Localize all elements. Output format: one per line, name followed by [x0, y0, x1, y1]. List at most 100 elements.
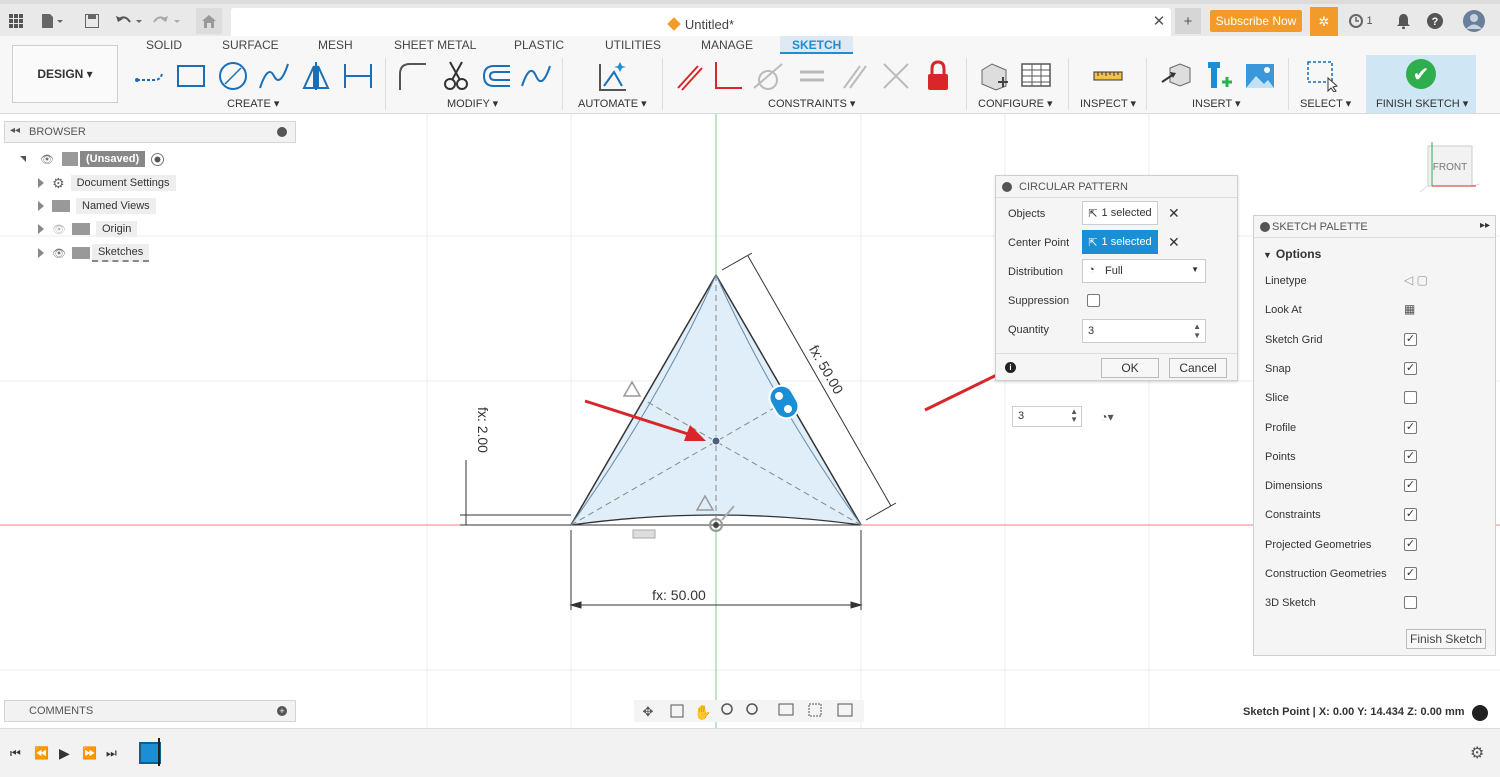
- save-icon[interactable]: [82, 10, 102, 32]
- clear-objects-icon[interactable]: ✕: [1168, 205, 1180, 222]
- quantity-stepper-icon[interactable]: ▲ ▼: [1193, 322, 1201, 340]
- tree-root-unsaved[interactable]: 👁 (Unsaved): [20, 149, 165, 169]
- automate-dimension-icon[interactable]: [596, 60, 628, 92]
- redo-icon[interactable]: [152, 10, 182, 32]
- bottom-dimension-label[interactable]: fx: 50.00: [652, 587, 706, 603]
- objects-selection[interactable]: ⇱ 1 selected: [1082, 201, 1158, 225]
- expand-icon[interactable]: [38, 178, 44, 188]
- quantity-input[interactable]: 3 ▲ ▼: [1082, 319, 1206, 343]
- insert-derive-icon[interactable]: [1160, 60, 1192, 92]
- tab-utilities[interactable]: UTILITIES: [605, 38, 661, 52]
- finish-sketch-group-label[interactable]: FINISH SKETCH ▾: [1376, 97, 1468, 110]
- collinear-constraint-icon[interactable]: [880, 60, 912, 92]
- tab-sheet-metal[interactable]: SHEET METAL: [394, 38, 476, 52]
- fix-constraint-lock-icon[interactable]: [922, 60, 954, 92]
- new-tab-icon[interactable]: +: [1175, 8, 1201, 34]
- expand-icon[interactable]: [38, 201, 44, 211]
- tree-item-origin[interactable]: 👁 Origin: [38, 219, 138, 239]
- constraint-glyph-icon[interactable]: [622, 380, 642, 397]
- palette-finish-sketch-button[interactable]: Finish Sketch: [1406, 629, 1486, 649]
- parallel-constraint-icon[interactable]: [838, 60, 870, 92]
- change-parameters-icon[interactable]: [978, 60, 1010, 92]
- tangent-constraint-icon[interactable]: [752, 60, 784, 92]
- browser-panel-header[interactable]: ◂◂ BROWSER: [4, 121, 296, 143]
- expand-icon[interactable]: [38, 224, 44, 234]
- mirror-tool-icon[interactable]: [300, 60, 332, 92]
- tree-item-named-views[interactable]: Named Views: [38, 196, 156, 216]
- center-point-selection[interactable]: ⇱ 1 selected: [1082, 230, 1158, 254]
- timeline-settings-gear-icon[interactable]: ⚙: [1470, 743, 1484, 763]
- linetype-icon[interactable]: ◁ ▢: [1404, 273, 1428, 287]
- notifications-bell-icon[interactable]: [1394, 10, 1412, 32]
- insert-group-label[interactable]: INSERT ▾: [1192, 97, 1241, 110]
- palette-option-checkbox[interactable]: ✓: [1404, 421, 1417, 434]
- distribution-select[interactable]: ◔ Full ▼: [1082, 259, 1206, 283]
- look-at-icon[interactable]: ▦: [1404, 302, 1415, 316]
- visibility-eye-icon[interactable]: 👁: [40, 153, 54, 166]
- height-dimension-label[interactable]: fx: 2.00: [475, 407, 491, 453]
- line-tool-icon[interactable]: [134, 60, 166, 92]
- status-indicator-icon[interactable]: [1472, 705, 1488, 721]
- cancel-button[interactable]: Cancel: [1169, 358, 1227, 378]
- horizontal-constraint-icon[interactable]: [632, 529, 656, 539]
- measure-tool-icon[interactable]: [1092, 60, 1124, 92]
- inline-quantity-stepper-icon[interactable]: ▲ ▼: [1070, 408, 1078, 424]
- constraints-group-label[interactable]: CONSTRAINTS ▾: [768, 97, 855, 110]
- info-icon[interactable]: i: [1005, 362, 1016, 373]
- modify-group-label[interactable]: MODIFY ▾: [447, 97, 498, 110]
- home-icon[interactable]: [196, 8, 222, 34]
- tab-sketch[interactable]: SKETCH: [780, 36, 854, 54]
- palette-option-checkbox[interactable]: ✓: [1404, 567, 1417, 580]
- coincident-constraint-icon[interactable]: [672, 60, 704, 92]
- go-to-end-icon[interactable]: ⏭: [106, 746, 117, 761]
- extend-tool-icon[interactable]: [520, 60, 552, 92]
- extensions-badge-icon[interactable]: ✲: [1310, 7, 1338, 37]
- palette-option-checkbox[interactable]: ✓: [1404, 479, 1417, 492]
- tab-surface[interactable]: SURFACE: [222, 38, 279, 52]
- palette-option-checkbox[interactable]: ✓: [1404, 450, 1417, 463]
- select-group-label[interactable]: SELECT ▾: [1300, 97, 1351, 110]
- offset-tool-icon[interactable]: [480, 60, 512, 92]
- subscribe-button[interactable]: Subscribe Now: [1210, 10, 1302, 32]
- rectangle-tool-icon[interactable]: [175, 60, 207, 92]
- undo-icon[interactable]: [114, 10, 144, 32]
- palette-option-checkbox[interactable]: ✓: [1404, 538, 1417, 551]
- clear-center-icon[interactable]: ✕: [1168, 234, 1180, 251]
- height-dimension[interactable]: [460, 460, 571, 526]
- add-comment-icon[interactable]: +: [277, 706, 287, 716]
- activate-radio-icon[interactable]: [151, 152, 165, 166]
- tab-mesh[interactable]: MESH: [318, 38, 353, 52]
- trim-tool-icon[interactable]: [440, 60, 472, 92]
- play-icon[interactable]: ▶: [59, 745, 70, 762]
- options-section-header[interactable]: ▼ Options: [1263, 247, 1321, 261]
- job-status-icon[interactable]: 1: [1346, 10, 1376, 32]
- inline-quantity-field[interactable]: 3 ▲ ▼: [1012, 406, 1082, 427]
- tab-manage[interactable]: MANAGE: [701, 38, 753, 52]
- fillet-tool-icon[interactable]: [396, 60, 428, 92]
- palette-option-checkbox[interactable]: ✓: [1404, 333, 1417, 346]
- insert-canvas-image-icon[interactable]: [1244, 60, 1276, 92]
- go-to-start-icon[interactable]: ⏮: [10, 746, 21, 761]
- dialog-collapse-icon[interactable]: [1002, 182, 1012, 192]
- workspace-design-dropdown[interactable]: DESIGN ▾: [12, 45, 118, 103]
- close-tab-icon[interactable]: ✕: [1151, 10, 1167, 32]
- hidden-eye-icon[interactable]: 👁: [52, 223, 66, 236]
- tab-solid[interactable]: SOLID: [146, 38, 182, 52]
- help-icon[interactable]: ?: [1426, 10, 1444, 32]
- configuration-table-icon[interactable]: [1020, 60, 1052, 92]
- tree-item-document-settings[interactable]: ⚙ Document Settings: [38, 173, 176, 193]
- spline-tool-icon[interactable]: [258, 60, 290, 92]
- perpendicular-constraint-icon[interactable]: [712, 60, 744, 92]
- suppression-checkbox[interactable]: [1087, 294, 1100, 307]
- automate-group-label[interactable]: AUTOMATE ▾: [578, 97, 647, 110]
- app-grid-icon[interactable]: [6, 10, 26, 32]
- insert-mcmaster-icon[interactable]: [1202, 60, 1234, 92]
- ok-button[interactable]: OK: [1101, 358, 1159, 378]
- select-window-icon[interactable]: [1306, 60, 1338, 92]
- palette-option-checkbox[interactable]: [1404, 596, 1417, 609]
- dimension-tool-icon[interactable]: [342, 60, 374, 92]
- center-point[interactable]: [711, 436, 721, 446]
- file-menu-icon[interactable]: [38, 10, 66, 32]
- inspect-group-label[interactable]: INSPECT ▾: [1080, 97, 1136, 110]
- palette-header[interactable]: SKETCH PALETTE ▸▸: [1254, 216, 1495, 238]
